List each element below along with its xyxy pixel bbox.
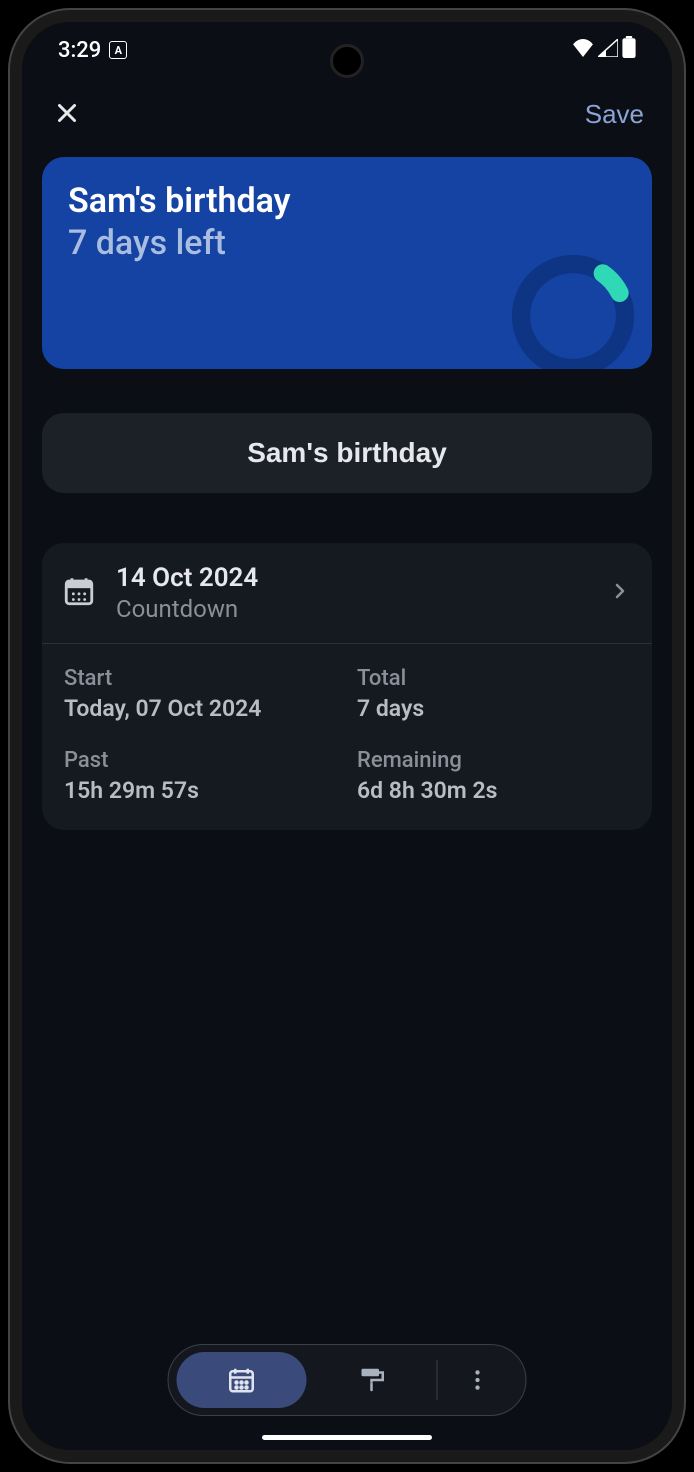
- save-button[interactable]: Save: [581, 93, 648, 136]
- more-vertical-icon: [465, 1367, 491, 1393]
- countdown-preview-card[interactable]: Sam's birthday 7 days left: [42, 157, 652, 369]
- stat-start: Start Today, 07 Oct 2024: [64, 666, 337, 722]
- stat-value: 7 days: [357, 695, 630, 722]
- content: Sam's birthday 7 days left: [22, 157, 672, 1450]
- stat-label: Remaining: [357, 748, 630, 773]
- status-right: [572, 36, 636, 64]
- event-name-input[interactable]: [42, 437, 652, 469]
- status-left: 3:29 A: [58, 38, 127, 63]
- stat-value: 6d 8h 30m 2s: [357, 777, 630, 804]
- stat-remaining: Remaining 6d 8h 30m 2s: [357, 748, 630, 804]
- progress-ring-icon: [508, 251, 638, 369]
- date-mode: Countdown: [116, 595, 588, 623]
- stat-label: Past: [64, 748, 337, 773]
- stat-label: Total: [357, 666, 630, 691]
- signal-icon: [598, 38, 618, 63]
- dock-calendar-tab[interactable]: [177, 1352, 307, 1408]
- calendar-icon: [227, 1365, 257, 1395]
- dock-more-button[interactable]: [438, 1352, 518, 1408]
- stat-past: Past 15h 29m 57s: [64, 748, 337, 804]
- stat-total: Total 7 days: [357, 666, 630, 722]
- camera-notch: [330, 44, 364, 78]
- stat-value: 15h 29m 57s: [64, 777, 337, 804]
- calendar-icon: [62, 574, 96, 612]
- dock-style-tab[interactable]: [307, 1352, 437, 1408]
- screen: 3:29 A Save Sam's: [22, 22, 672, 1450]
- stats-grid: Start Today, 07 Oct 2024 Total 7 days Pa…: [42, 644, 652, 830]
- close-icon: [52, 98, 82, 128]
- date-row[interactable]: 14 Oct 2024 Countdown: [42, 543, 652, 644]
- date-text: 14 Oct 2024 Countdown: [116, 563, 588, 623]
- stat-value: Today, 07 Oct 2024: [64, 695, 337, 722]
- wifi-icon: [572, 38, 594, 63]
- home-indicator[interactable]: [262, 1435, 432, 1440]
- paint-roller-icon: [357, 1365, 387, 1395]
- bottom-dock: [168, 1344, 527, 1416]
- date-value: 14 Oct 2024: [116, 563, 588, 593]
- preview-title: Sam's birthday: [68, 181, 626, 221]
- chevron-right-icon: [608, 579, 632, 607]
- battery-icon: [622, 36, 636, 64]
- app-bar: Save: [22, 72, 672, 157]
- details-card: 14 Oct 2024 Countdown Start Today, 07 Oc…: [42, 543, 652, 830]
- phone-frame: 3:29 A Save Sam's: [10, 10, 684, 1462]
- keyboard-indicator-icon: A: [109, 41, 127, 59]
- stat-label: Start: [64, 666, 337, 691]
- status-time: 3:29: [58, 38, 101, 63]
- name-input-container: [42, 413, 652, 493]
- close-button[interactable]: [46, 92, 88, 137]
